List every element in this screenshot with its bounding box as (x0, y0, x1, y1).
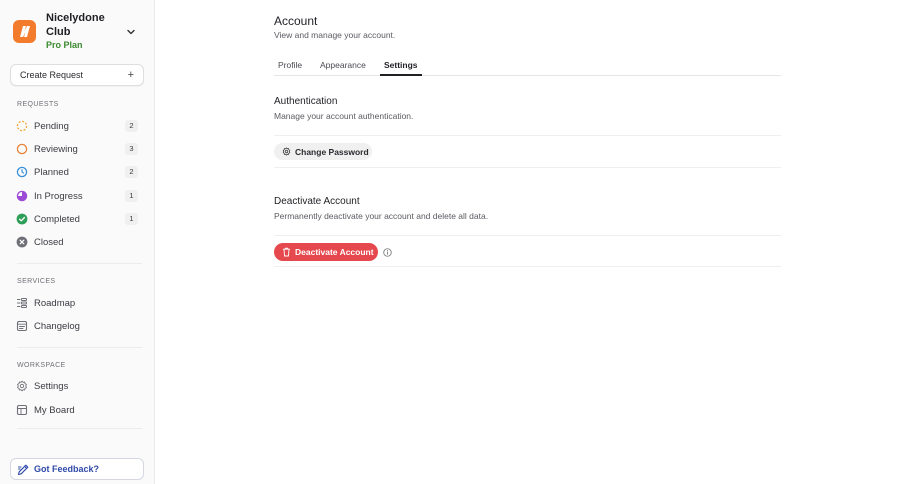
divider (17, 347, 142, 348)
sidebar-item-label: Closed (34, 237, 64, 248)
reviewing-circle-icon (16, 143, 28, 155)
pending-dashed-circle-icon (16, 120, 28, 132)
feedback-pencil-icon (17, 464, 29, 476)
sidebar-item-in-progress[interactable]: In Progress 1 (10, 186, 144, 206)
tab-appearance[interactable]: Appearance (316, 60, 370, 76)
count-badge: 2 (125, 120, 138, 132)
sidebar-item-label: Reviewing (34, 144, 78, 155)
completed-check-icon (16, 213, 28, 225)
org-logo (13, 20, 36, 43)
sidebar-item-label: Pending (34, 121, 69, 132)
page-title: Account (274, 14, 318, 28)
in-progress-icon (16, 190, 28, 202)
deactivate-title: Deactivate Account (274, 196, 360, 207)
roadmap-icon (16, 298, 27, 308)
org-switcher[interactable]: Nicelydone Club Pro Plan (13, 10, 143, 52)
change-password-button[interactable]: Change Password (274, 143, 372, 160)
planned-clock-icon (16, 166, 28, 178)
org-name: Nicelydone Club (46, 12, 105, 38)
feedback-label: Got Feedback? (34, 464, 100, 474)
sidebar-item-settings[interactable]: Settings (10, 376, 144, 396)
section-title-services: SERVICES (17, 278, 56, 285)
page-subtitle: View and manage your account. (274, 30, 396, 40)
sidebar-item-closed[interactable]: Closed (10, 232, 144, 252)
create-request-button[interactable]: Create Request + (10, 64, 144, 86)
change-password-label: Change Password (295, 147, 369, 157)
count-badge: 1 (125, 190, 138, 202)
section-title-workspace: WORKSPACE (17, 362, 66, 369)
sidebar-item-label: Completed (34, 214, 80, 225)
tab-bar: Profile Appearance Settings (274, 56, 781, 76)
count-badge: 2 (125, 166, 138, 178)
create-request-label: Create Request (20, 70, 84, 80)
divider (17, 263, 142, 264)
sidebar-item-changelog[interactable]: Changelog (10, 316, 144, 336)
org-plan-badge: Pro Plan (46, 40, 83, 50)
sidebar-item-label: Planned (34, 167, 69, 178)
authentication-title: Authentication (274, 96, 338, 107)
chevron-down-icon (127, 29, 135, 35)
deactivate-description: Permanently deactivate your account and … (274, 211, 489, 221)
deactivate-account-label: Deactivate Account (295, 247, 374, 257)
divider (17, 428, 142, 429)
divider (274, 167, 781, 168)
divider (274, 135, 781, 136)
plus-icon: + (127, 69, 134, 81)
tab-settings[interactable]: Settings (380, 60, 422, 76)
count-badge: 3 (125, 143, 138, 155)
sidebar-item-label: In Progress (34, 191, 83, 202)
sidebar-item-roadmap[interactable]: Roadmap (10, 293, 144, 313)
sidebar-item-completed[interactable]: Completed 1 (10, 209, 144, 229)
sidebar-item-reviewing[interactable]: Reviewing 3 (10, 139, 144, 159)
feedback-button[interactable]: Got Feedback? (10, 458, 144, 480)
divider (274, 266, 781, 267)
sidebar-item-pending[interactable]: Pending 2 (10, 116, 144, 136)
divider (274, 235, 781, 236)
authentication-description: Manage your account authentication. (274, 111, 414, 121)
sidebar-item-my-board[interactable]: My Board (10, 400, 144, 420)
trash-icon (283, 247, 290, 257)
section-title-requests: REQUESTS (17, 101, 59, 108)
gear-icon (17, 380, 27, 392)
gear-icon (282, 147, 291, 156)
sidebar-item-label: My Board (34, 405, 75, 416)
sidebar-item-label: Settings (34, 381, 69, 392)
main-content: Account View and manage your account. Pr… (155, 0, 900, 484)
sidebar-item-planned[interactable]: Planned 2 (10, 162, 144, 182)
sidebar-item-label: Changelog (34, 321, 80, 332)
tab-profile[interactable]: Profile (274, 60, 306, 76)
board-icon (16, 404, 28, 416)
sidebar-item-label: Roadmap (34, 298, 76, 309)
changelog-icon (16, 320, 28, 332)
deactivate-account-button[interactable]: Deactivate Account (274, 243, 378, 261)
closed-x-icon (16, 236, 28, 248)
info-icon[interactable] (383, 248, 392, 257)
sidebar: Nicelydone Club Pro Plan Create Request … (0, 0, 155, 484)
count-badge: 1 (125, 213, 138, 225)
